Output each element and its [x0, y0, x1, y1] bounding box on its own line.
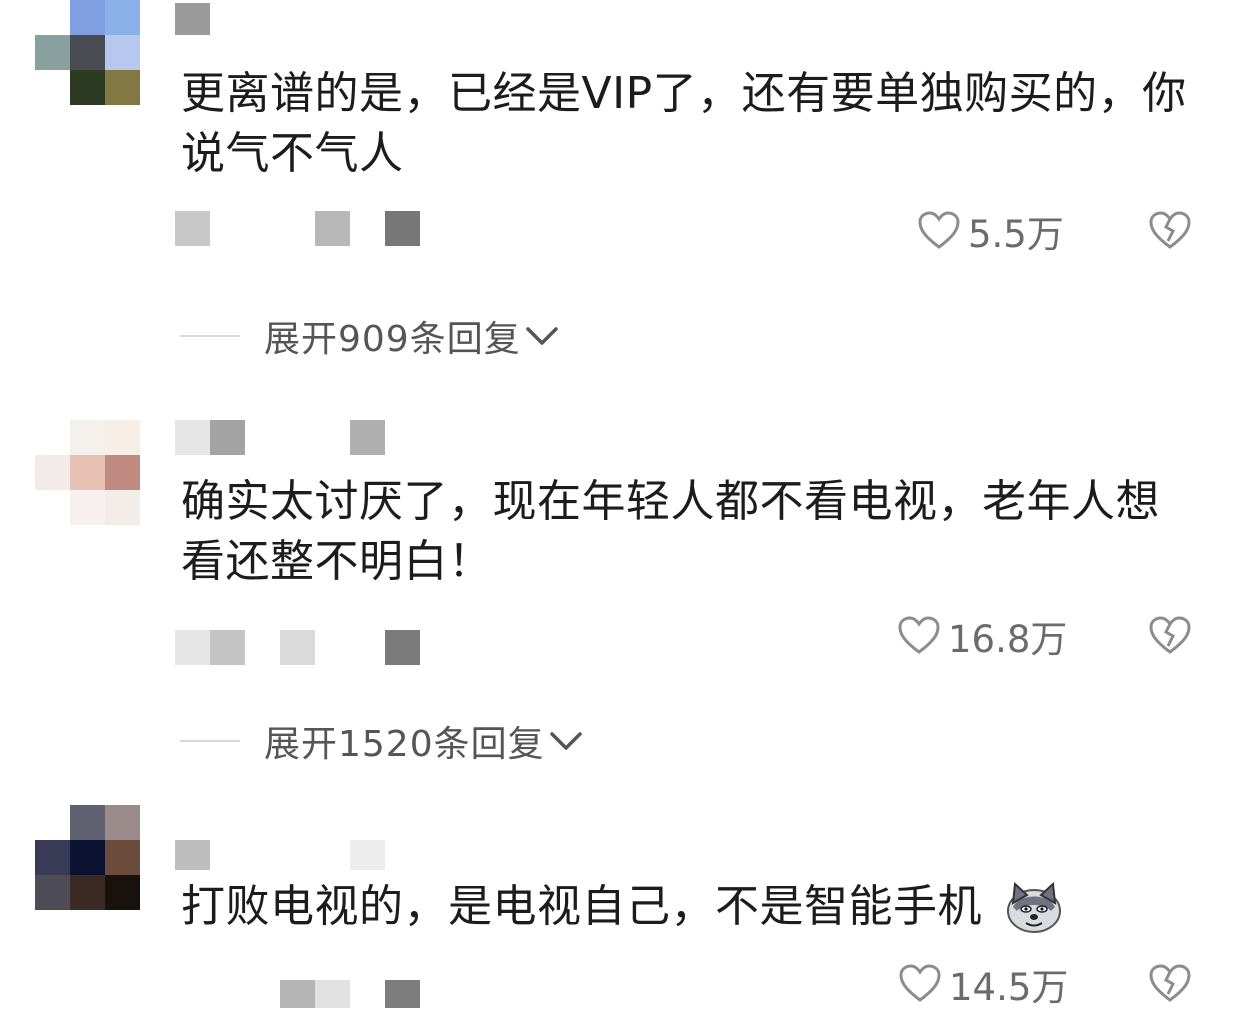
- divider: [180, 335, 240, 337]
- comment-meta-blurred: [175, 630, 475, 665]
- comment-text: 打败电视的，是电视自己，不是智能手机: [181, 877, 1191, 937]
- like-button[interactable]: 14.5万: [899, 962, 1068, 1009]
- avatar[interactable]: [35, 0, 175, 140]
- like-button[interactable]: 5.5万: [918, 209, 1064, 256]
- like-count: 14.5万: [949, 966, 1069, 1009]
- comment-text: 确实太讨厌了，现在年轻人都不看电视，老年人想看还整不明白！: [181, 476, 1160, 587]
- comment-meta-blurred: [175, 211, 475, 246]
- like-count: 16.8万: [948, 618, 1068, 661]
- expand-replies-label: 展开909条回复: [264, 319, 521, 360]
- comment-text-content: 打败电视的，是电视自己，不是智能手机: [181, 881, 982, 932]
- dislike-icon[interactable]: [1149, 209, 1191, 251]
- comment-text: 更离谱的是，已经是VIP了，还有要单独购买的，你说气不气人: [181, 68, 1187, 179]
- divider: [180, 740, 240, 742]
- username-blurred[interactable]: [175, 0, 475, 35]
- heart-icon: [899, 964, 941, 1002]
- dislike-icon[interactable]: [1149, 614, 1191, 656]
- username-blurred[interactable]: [175, 840, 475, 875]
- chevron-down-icon: [549, 732, 582, 750]
- expand-replies-button[interactable]: 展开909条回复: [180, 314, 559, 360]
- avatar[interactable]: [35, 420, 175, 560]
- like-button[interactable]: 16.8万: [898, 614, 1067, 661]
- doge-emoji-icon: [1006, 881, 1061, 933]
- heart-icon: [898, 616, 940, 654]
- expand-replies-label: 展开1520条回复: [264, 724, 545, 765]
- username-blurred[interactable]: [175, 420, 475, 455]
- comment-meta-blurred: [175, 980, 475, 1015]
- avatar[interactable]: [35, 805, 175, 945]
- chevron-down-icon: [525, 327, 558, 345]
- heart-icon: [918, 211, 960, 249]
- like-count: 5.5万: [968, 213, 1064, 256]
- dislike-icon[interactable]: [1149, 962, 1191, 1004]
- expand-replies-button[interactable]: 展开1520条回复: [180, 719, 583, 765]
